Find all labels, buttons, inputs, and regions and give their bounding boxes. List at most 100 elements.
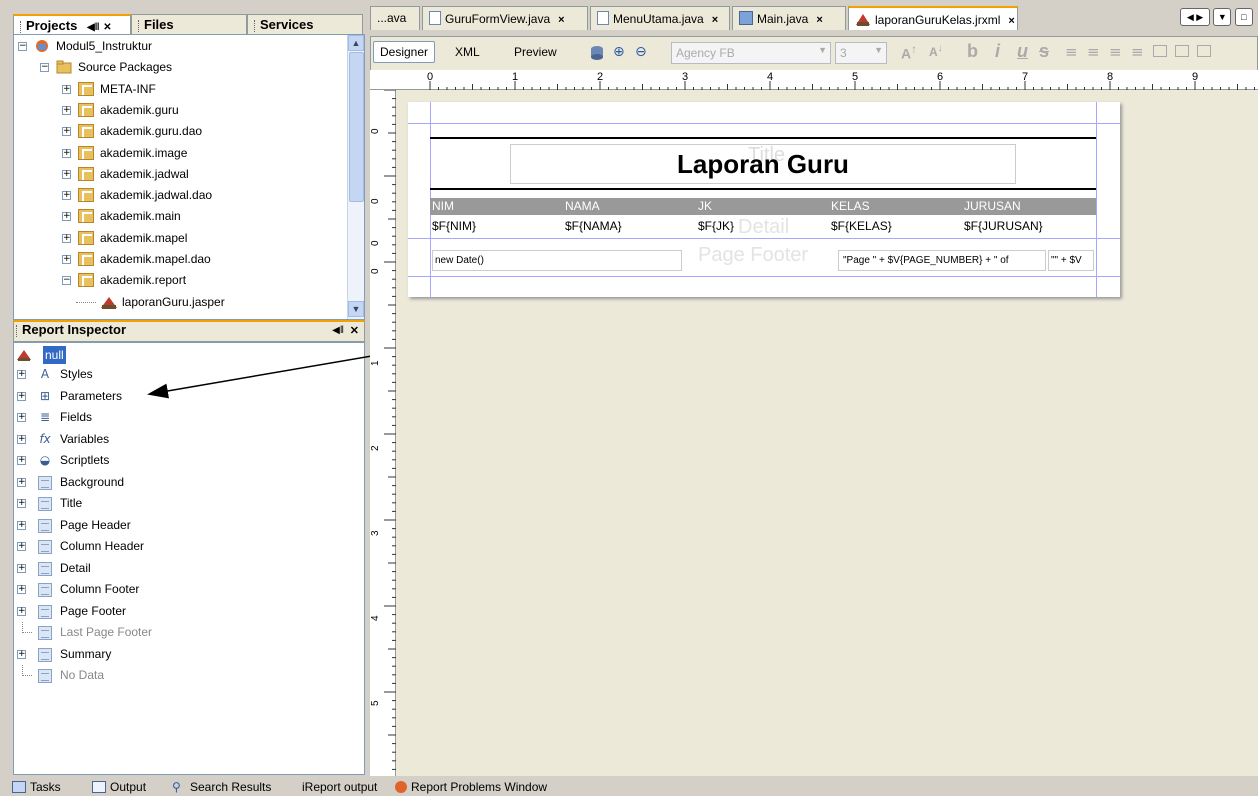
vertical-ruler: 0 0 0 0 1 2 3 4 5	[370, 89, 396, 779]
bottom-bar-item[interactable]: ⚲ Search Results	[172, 780, 271, 794]
footer-total-field[interactable]: "" + $V	[1048, 250, 1094, 271]
column-header-label[interactable]: KELAS	[831, 199, 961, 213]
align-top-icon[interactable]	[1153, 45, 1167, 57]
strikethrough-icon[interactable]: s	[1039, 41, 1049, 62]
ruler-number: 3	[370, 530, 381, 536]
editor-tab-label: GuruFormView.java	[445, 12, 551, 26]
increase-font-icon[interactable]: A↑	[901, 43, 917, 62]
bottom-bar-label: iReport output	[302, 780, 378, 794]
tab-list-icon[interactable]: ▼	[1213, 8, 1232, 26]
editor-tab-label: Main.java	[757, 12, 809, 26]
detail-separator	[408, 238, 1120, 239]
align-center-icon[interactable]: ≡	[1087, 43, 1100, 61]
top-margin-guide	[408, 123, 1120, 124]
designer-tab[interactable]: Designer	[373, 41, 436, 63]
footer-date-field[interactable]: new Date()	[432, 250, 682, 271]
editor-tab[interactable]: MenuUtama.java ×	[590, 6, 730, 30]
detail-field[interactable]: $F{KELAS}	[831, 219, 961, 233]
align-left-icon[interactable]: ≡	[1065, 43, 1078, 61]
close-icon[interactable]: ×	[712, 14, 718, 26]
editor-tab-label: ...ava	[377, 11, 407, 25]
column-header-label[interactable]: JURUSAN	[964, 199, 1094, 213]
report-page: Title Laporan Guru Detail Page Footer ne…	[408, 102, 1120, 297]
bottom-bar-item[interactable]: iReport output	[302, 780, 377, 794]
preview-tab[interactable]: Preview	[508, 42, 563, 62]
zoom-in-icon[interactable]: ⊕	[613, 44, 631, 62]
bottom-bar-label: Tasks	[30, 780, 61, 794]
ruler-number: 3	[682, 71, 688, 83]
font-select[interactable]: Agency FB ▼	[671, 42, 831, 64]
ruler-number: 6	[937, 71, 943, 83]
ruler-number: 1	[512, 71, 518, 83]
title-band-top-line	[430, 137, 1096, 139]
column-header-label[interactable]: JK	[698, 199, 828, 213]
report-title[interactable]: Laporan Guru	[510, 144, 1016, 184]
editor-tab[interactable]: GuruFormView.java ×	[422, 6, 588, 30]
output-icon	[92, 781, 106, 793]
ruler-number: 4	[370, 615, 381, 621]
ruler-number: 0	[370, 240, 381, 246]
maximize-icon[interactable]: □	[1234, 8, 1253, 26]
dropdown-arrow-icon: ▼	[818, 45, 827, 55]
align-bottom-icon[interactable]	[1197, 45, 1211, 57]
column-header-label[interactable]: NAMA	[565, 199, 695, 213]
editor-tab[interactable]: ...ava	[370, 6, 420, 30]
editor-tab[interactable]: Main.java ×	[732, 6, 846, 30]
footer-page-field[interactable]: "Page " + $V{PAGE_NUMBER} + " of	[838, 250, 1046, 271]
zoom-out-icon[interactable]: ⊖	[635, 44, 653, 62]
close-icon[interactable]: ×	[816, 14, 822, 26]
detail-field[interactable]: $F{NIM}	[432, 219, 562, 233]
underline-button[interactable]: u	[1017, 41, 1028, 62]
close-icon[interactable]: ×	[558, 14, 564, 26]
detail-field[interactable]: $F{JK}	[698, 219, 828, 233]
align-right-icon[interactable]: ≡	[1109, 43, 1122, 61]
ruler-number: 9	[1192, 71, 1198, 83]
editor-tab[interactable]: laporanGuruKelas.jrxml ×	[848, 6, 1018, 30]
ruler-number: 8	[1107, 71, 1113, 83]
footer-band-label: Page Footer	[698, 244, 809, 266]
ruler-number: 0	[370, 268, 381, 274]
main-class-icon	[739, 11, 753, 25]
database-icon[interactable]	[589, 45, 605, 61]
column-header-label[interactable]: NIM	[432, 199, 562, 213]
bottom-bar-item[interactable]: Output	[92, 780, 146, 794]
bottom-bar-label: Search Results	[190, 780, 272, 794]
ruler-number: 0	[427, 71, 433, 83]
search-icon: ⚲	[172, 780, 181, 794]
ruler-number: 4	[767, 71, 773, 83]
report-icon	[855, 12, 871, 26]
font-size-select[interactable]: 3 ▼	[835, 42, 887, 64]
title-band-bottom-line	[430, 188, 1096, 190]
ruler-number: 2	[370, 445, 381, 451]
scroll-tabs-icon[interactable]: ◀ ▶	[1180, 8, 1210, 26]
ruler-number: 0	[370, 128, 381, 134]
align-justify-icon[interactable]: ≡	[1131, 43, 1144, 61]
editor-tab-label: MenuUtama.java	[613, 12, 704, 26]
bottom-bar-label: Output	[110, 780, 147, 794]
align-middle-icon[interactable]	[1175, 45, 1189, 57]
design-canvas: Title Laporan Guru Detail Page Footer ne…	[396, 90, 1258, 776]
bold-button[interactable]: b	[967, 41, 978, 62]
ruler-number: 5	[852, 71, 858, 83]
designer-toolbar: Designer XML Preview ⊕ ⊖ Agency FB ▼ 3 ▼…	[370, 36, 1258, 70]
ruler-number: 2	[597, 71, 603, 83]
ruler-number: 0	[370, 198, 381, 204]
tasks-icon	[12, 781, 26, 793]
decrease-font-icon[interactable]: A↓	[929, 43, 943, 59]
italic-button[interactable]: i	[995, 41, 1000, 62]
ruler-number: 5	[370, 700, 381, 706]
bottom-bar-item[interactable]: Report Problems Window	[395, 780, 547, 794]
java-file-icon	[429, 11, 441, 25]
window-nav: ◀ ▶ ▼ □	[1180, 8, 1253, 26]
close-icon[interactable]: ×	[1008, 15, 1014, 27]
ruler-number: 1	[370, 360, 381, 366]
horizontal-ruler: 0 1 2 3 4 5 6 7 8 9	[370, 70, 1258, 90]
problems-icon	[395, 781, 407, 793]
detail-field[interactable]: $F{JURUSAN}	[964, 219, 1094, 233]
detail-field[interactable]: $F{NAMA}	[565, 219, 695, 233]
bottom-margin-guide	[408, 276, 1120, 277]
dropdown-arrow-icon: ▼	[874, 45, 883, 55]
bottom-bar-item[interactable]: Tasks	[12, 780, 61, 794]
editor-tab-label: laporanGuruKelas.jrxml	[875, 13, 1001, 27]
xml-tab[interactable]: XML	[449, 42, 486, 62]
